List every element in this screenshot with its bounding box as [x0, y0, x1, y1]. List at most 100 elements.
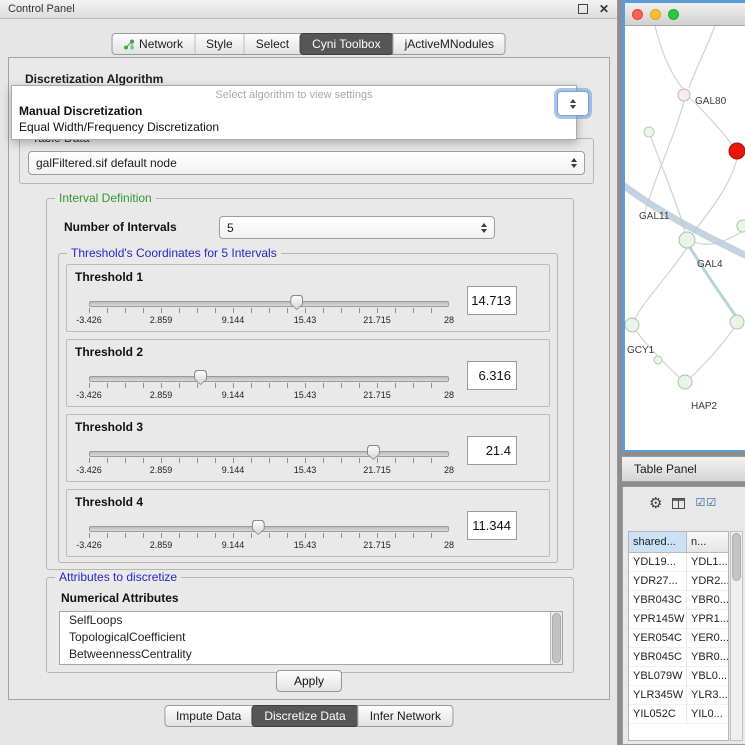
scrollbar-thumb[interactable]: [552, 613, 561, 663]
list-item[interactable]: TopologicalCoefficient: [60, 629, 562, 646]
cell-shared-name[interactable]: YIL052C: [629, 705, 687, 723]
close-traffic-light[interactable]: [632, 9, 643, 20]
tab-infer-network[interactable]: Infer Network: [358, 706, 452, 726]
node-label-hap2[interactable]: HAP2: [691, 401, 718, 412]
scale-label: 9.144: [222, 390, 245, 400]
cell-shared-name[interactable]: YPR145W: [629, 610, 687, 628]
threshold-1-value-field[interactable]: 14.713: [467, 286, 517, 315]
dropdown-option-equal-width[interactable]: Equal Width/Frequency Discretization: [12, 119, 576, 135]
select-columns-checkboxes-icon[interactable]: ☑☑: [695, 498, 717, 509]
thresholds-group-label: Threshold's Coordinates for 5 Intervals: [67, 246, 281, 260]
tab-jactivemnodules[interactable]: jActiveMNodules: [393, 34, 505, 54]
number-of-intervals-value: 5: [227, 221, 234, 235]
network-node[interactable]: [679, 232, 695, 248]
cell-name[interactable]: YER0...: [687, 629, 728, 647]
node-label-gal11[interactable]: GAL11: [639, 211, 670, 222]
cell-name[interactable]: YIL0...: [687, 705, 728, 723]
number-of-intervals-combobox[interactable]: 5: [219, 216, 495, 239]
tab-select[interactable]: Select: [244, 34, 300, 54]
scrollbar-thumb[interactable]: [732, 533, 741, 581]
network-node[interactable]: [730, 315, 744, 329]
slider-scale: -3.426 2.859 9.144 15.43 21.715 28: [89, 540, 449, 551]
table-row[interactable]: YBL079WYBL0...: [629, 667, 728, 686]
columns-icon[interactable]: [672, 498, 685, 509]
table-row[interactable]: YIL052CYIL0...: [629, 705, 728, 724]
column-header-name[interactable]: n...: [687, 532, 728, 552]
node-label-gal4[interactable]: GAL4: [697, 259, 723, 270]
threshold-2-slider[interactable]: -3.426 2.859 9.144 15.43 21.715 28: [89, 370, 449, 404]
tab-discretize-data[interactable]: Discretize Data: [251, 705, 358, 727]
app-root: Control Panel ✕ Network Style Select Cyn…: [0, 0, 745, 745]
minimize-traffic-light[interactable]: [650, 9, 661, 20]
table-row[interactable]: YBR043CYBR0...: [629, 591, 728, 610]
list-scrollbar[interactable]: [550, 612, 562, 664]
tab-network[interactable]: Network: [112, 34, 194, 54]
node-label-gal80[interactable]: GAL80: [695, 96, 727, 107]
slider-track[interactable]: [89, 526, 449, 532]
float-window-icon[interactable]: [578, 4, 588, 14]
threshold-2-label: Threshold 2: [75, 345, 143, 359]
numerical-attributes-list[interactable]: SelfLoops TopologicalCoefficient Between…: [59, 611, 563, 665]
algorithm-combobox[interactable]: [557, 91, 589, 116]
network-node[interactable]: [737, 220, 745, 232]
cell-name[interactable]: YBR0...: [687, 591, 728, 609]
tab-impute-data[interactable]: Impute Data: [165, 706, 252, 726]
network-node[interactable]: [644, 127, 654, 137]
cell-name[interactable]: YBL0...: [687, 667, 728, 685]
threshold-4-slider[interactable]: -3.426 2.859 9.144 15.43 21.715 28: [89, 520, 449, 554]
list-item[interactable]: BetweennessCentrality: [60, 646, 562, 663]
apply-button[interactable]: Apply: [276, 670, 342, 692]
tab-network-label: Network: [139, 37, 183, 51]
slider-ticks: [89, 308, 449, 313]
slider-scale: -3.426 2.859 9.144 15.43 21.715 28: [89, 390, 449, 401]
table-scrollbar[interactable]: [730, 531, 743, 741]
cell-shared-name[interactable]: YER054C: [629, 629, 687, 647]
table-row[interactable]: YPR145WYPR1...: [629, 610, 728, 629]
cell-shared-name[interactable]: YBR043C: [629, 591, 687, 609]
tab-style[interactable]: Style: [194, 34, 244, 54]
selected-node-red[interactable]: [729, 143, 745, 159]
gear-icon[interactable]: ⚙: [649, 496, 662, 511]
cell-name[interactable]: YBR0...: [687, 648, 728, 666]
cell-shared-name[interactable]: YBL079W: [629, 667, 687, 685]
slider-track[interactable]: [89, 376, 449, 382]
threshold-3-value-field[interactable]: 21.4: [467, 436, 517, 465]
tab-cyni-toolbox[interactable]: Cyni Toolbox: [299, 33, 393, 55]
cell-name[interactable]: YDR2...: [687, 572, 728, 590]
control-panel-titlebar[interactable]: Control Panel ✕: [0, 0, 617, 19]
network-node[interactable]: [654, 356, 662, 364]
threshold-2-value-field[interactable]: 6.316: [467, 361, 517, 390]
column-header-shared-name[interactable]: shared...: [629, 532, 687, 552]
table-panel-header[interactable]: Table Panel: [622, 456, 745, 482]
table-row[interactable]: YDL19...YDL1...: [629, 553, 728, 572]
table-row[interactable]: YLR345WYLR3...: [629, 686, 728, 705]
network-canvas[interactable]: GAL80 GAL11 GAL4 GCY1 HAP2: [625, 26, 745, 450]
list-item[interactable]: SelfLoops: [60, 612, 562, 629]
cell-name[interactable]: YDL1...: [687, 553, 728, 571]
threshold-panel-3: Threshold 3 -3.426 2.859 9.144 15.43 21.…: [66, 414, 550, 482]
table-row[interactable]: YBR045CYBR0...: [629, 648, 728, 667]
cell-name[interactable]: YLR3...: [687, 686, 728, 704]
network-graph[interactable]: GAL80 GAL11 GAL4 GCY1 HAP2: [625, 26, 745, 450]
slider-track[interactable]: [89, 301, 449, 307]
cell-shared-name[interactable]: YLR345W: [629, 686, 687, 704]
table-row[interactable]: YDR27...YDR2...: [629, 572, 728, 591]
close-icon[interactable]: ✕: [599, 3, 609, 15]
table-data-combobox[interactable]: galFiltered.sif default node: [28, 151, 585, 175]
cell-shared-name[interactable]: YDL19...: [629, 553, 687, 571]
table-row[interactable]: YER054CYER0...: [629, 629, 728, 648]
cell-shared-name[interactable]: YDR27...: [629, 572, 687, 590]
threshold-1-slider[interactable]: -3.426 2.859 9.144 15.43 21.715 28: [89, 295, 449, 329]
network-node[interactable]: [625, 318, 639, 332]
threshold-4-value-field[interactable]: 11.344: [467, 511, 517, 540]
node-label-gcy1[interactable]: GCY1: [627, 345, 655, 356]
network-node[interactable]: [678, 375, 692, 389]
network-window-titlebar[interactable]: [625, 3, 745, 26]
cell-shared-name[interactable]: YBR045C: [629, 648, 687, 666]
cell-name[interactable]: YPR1...: [687, 610, 728, 628]
slider-track[interactable]: [89, 451, 449, 457]
threshold-3-slider[interactable]: -3.426 2.859 9.144 15.43 21.715 28: [89, 445, 449, 479]
network-node[interactable]: [678, 89, 690, 101]
dropdown-option-manual-discretization[interactable]: Manual Discretization: [12, 103, 576, 119]
zoom-traffic-light[interactable]: [668, 9, 679, 20]
